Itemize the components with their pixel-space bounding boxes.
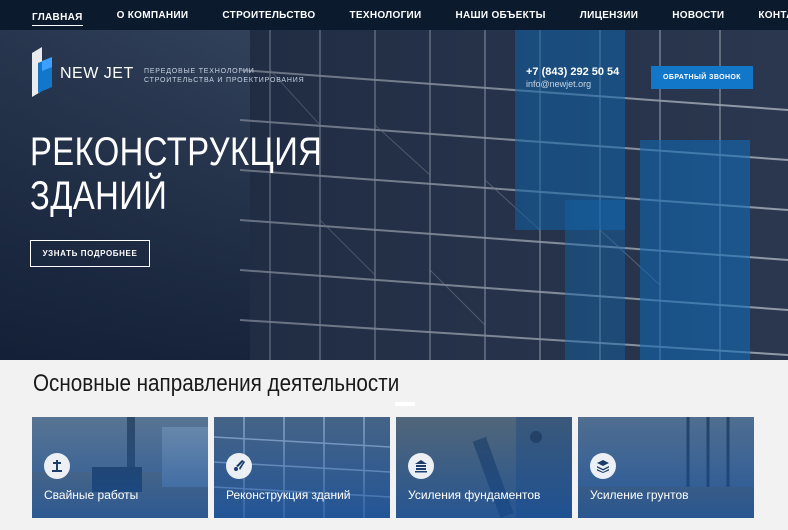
title-divider [395, 402, 415, 406]
logo[interactable]: NEW JET [28, 47, 134, 97]
logo-mark-icon [32, 47, 52, 97]
learn-more-button[interactable]: УЗНАТЬ ПОДРОБНЕЕ [30, 240, 150, 267]
card-label: Усиления фундаментов [408, 488, 541, 502]
section-title: Основные направления деятельности [33, 370, 400, 397]
nav-item-contacts[interactable]: КОНТАКТЫ [758, 3, 788, 28]
tagline-line-1: ПЕРЕДОВЫЕ ТЕХНОЛОГИИ [144, 68, 255, 75]
rocket-icon [226, 453, 252, 479]
card-building-reconstruction[interactable]: Реконструкция зданий [214, 417, 390, 518]
card-foundation-strengthening[interactable]: Усиления фундаментов [396, 417, 572, 518]
nav-item-licenses[interactable]: ЛИЦЕНЗИИ [580, 3, 638, 28]
tagline-line-2: СТРОИТЕЛЬСТВА И ПРОЕКТИРОВАНИЯ [144, 77, 305, 84]
phone-number[interactable]: +7 (843) 292 50 54 [526, 66, 619, 78]
top-nav: ГЛАВНАЯ О КОМПАНИИ СТРОИТЕЛЬСТВО ТЕХНОЛО… [0, 0, 788, 30]
foundation-icon [408, 453, 434, 479]
nav-item-about[interactable]: О КОМПАНИИ [117, 3, 189, 28]
nav-item-news[interactable]: НОВОСТИ [672, 3, 724, 28]
pile-driver-icon [44, 453, 70, 479]
tagline: ПЕРЕДОВЫЕ ТЕХНОЛОГИИ СТРОИТЕЛЬСТВА И ПРО… [144, 67, 304, 85]
nav-item-home[interactable]: ГЛАВНАЯ [32, 5, 83, 26]
hero-title: РЕКОНСТРУКЦИЯ ЗДАНИЙ [30, 130, 322, 218]
logo-text: NEW JET [60, 65, 134, 82]
hero-title-line-1: РЕКОНСТРУКЦИЯ [30, 130, 323, 174]
card-label: Усиление грунтов [590, 488, 689, 502]
page: ГЛАВНАЯ О КОМПАНИИ СТРОИТЕЛЬСТВО ТЕХНОЛО… [0, 0, 788, 530]
callback-button[interactable]: ОБРАТНЫЙ ЗВОНОК [651, 66, 753, 89]
direction-cards: Свайные работы Реконструкция зданий Усил… [32, 417, 754, 518]
directions-section: Основные направления деятельности Свайны… [0, 360, 788, 530]
card-label: Свайные работы [44, 488, 139, 502]
nav-item-technologies[interactable]: ТЕХНОЛОГИИ [349, 3, 421, 28]
email-address[interactable]: info@newjet.org [526, 79, 619, 89]
nav-item-construction[interactable]: СТРОИТЕЛЬСТВО [222, 3, 315, 28]
nav-item-projects[interactable]: НАШИ ОБЪЕКТЫ [456, 3, 546, 28]
hero-title-line-2: ЗДАНИЙ [30, 174, 168, 218]
hero-banner: NEW JET ПЕРЕДОВЫЕ ТЕХНОЛОГИИ СТРОИТЕЛЬСТ… [0, 30, 788, 360]
layers-icon [590, 453, 616, 479]
card-pile-works[interactable]: Свайные работы [32, 417, 208, 518]
card-label: Реконструкция зданий [226, 488, 351, 502]
contacts: +7 (843) 292 50 54 info@newjet.org [526, 66, 619, 89]
card-soil-strengthening[interactable]: Усиление грунтов [578, 417, 754, 518]
